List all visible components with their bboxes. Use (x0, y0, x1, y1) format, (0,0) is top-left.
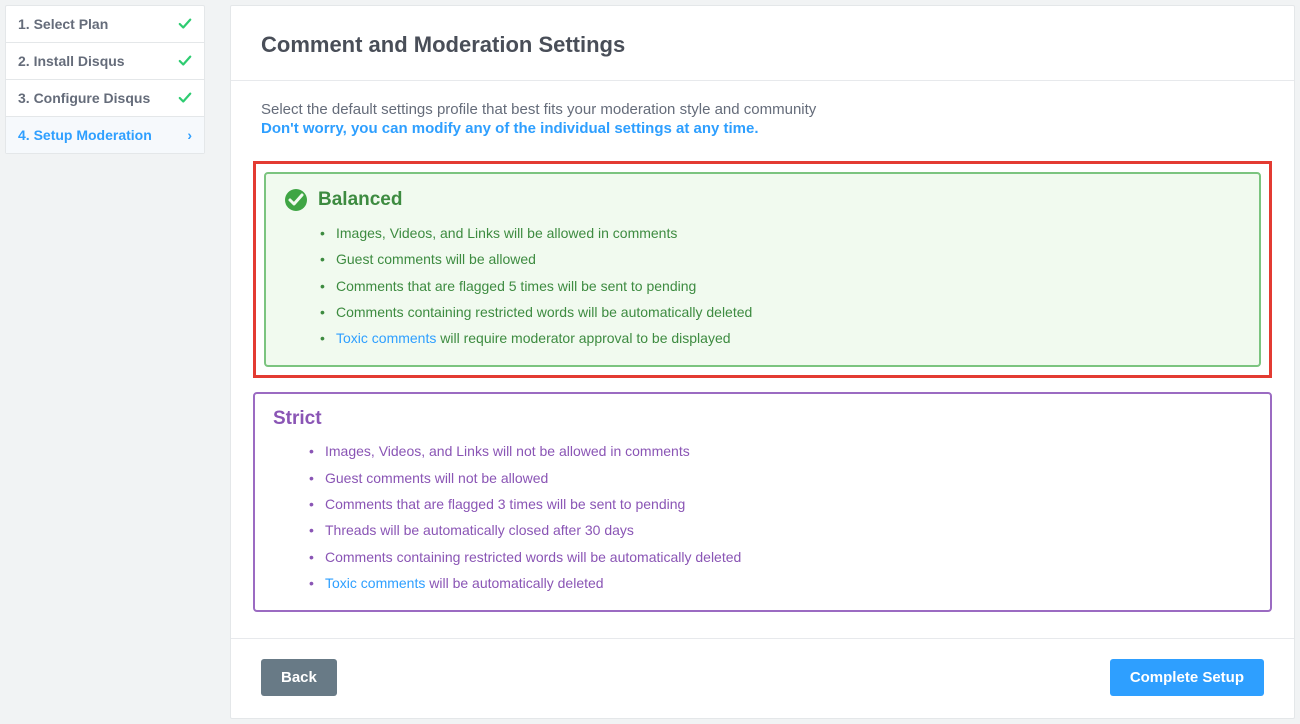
option-title: Strict (273, 408, 322, 430)
list-item: Comments containing restricted words wil… (320, 299, 1241, 325)
toxic-comments-link[interactable]: Toxic comments (325, 575, 425, 591)
list-item-text: will be automatically deleted (425, 575, 603, 591)
option-title: Balanced (318, 189, 402, 211)
page-title: Comment and Moderation Settings (261, 32, 1264, 58)
step-label: 2. Install Disqus (18, 53, 125, 69)
chevron-right-icon: › (187, 127, 192, 143)
step-select-plan[interactable]: 1. Select Plan (6, 6, 204, 43)
main-header: Comment and Moderation Settings (231, 6, 1294, 81)
main-panel: Comment and Moderation Settings Select t… (230, 5, 1295, 719)
step-configure-disqus[interactable]: 3. Configure Disqus (6, 80, 204, 117)
check-icon (178, 91, 192, 105)
step-setup-moderation[interactable]: 4. Setup Moderation › (6, 117, 204, 153)
list-item: Comments that are flagged 5 times will b… (320, 273, 1241, 299)
page-root: 1. Select Plan 2. Install Disqus 3. Conf… (0, 0, 1300, 724)
list-item-text: will require moderator approval to be di… (436, 330, 730, 346)
step-label: 4. Setup Moderation (18, 127, 152, 143)
selected-option-highlight: Balanced Images, Videos, and Links will … (253, 161, 1272, 378)
check-icon (178, 54, 192, 68)
option-strict[interactable]: Strict Images, Videos, and Links will no… (253, 392, 1272, 612)
option-feature-list: Images, Videos, and Links will not be al… (309, 438, 1252, 596)
list-item: Comments that are flagged 3 times will b… (309, 491, 1252, 517)
option-feature-list: Images, Videos, and Links will be allowe… (320, 220, 1241, 351)
list-item: Images, Videos, and Links will not be al… (309, 438, 1252, 464)
step-label: 3. Configure Disqus (18, 90, 150, 106)
moderation-options: Balanced Images, Videos, and Links will … (231, 143, 1294, 632)
complete-setup-button[interactable]: Complete Setup (1110, 659, 1264, 696)
footer-actions: Back Complete Setup (231, 638, 1294, 718)
list-item: Guest comments will be allowed (320, 246, 1241, 272)
option-header: Balanced (284, 188, 1241, 212)
back-button[interactable]: Back (261, 659, 337, 696)
step-install-disqus[interactable]: 2. Install Disqus (6, 43, 204, 80)
list-item: Guest comments will not be allowed (309, 465, 1252, 491)
list-item: Toxic comments will be automatically del… (309, 570, 1252, 596)
check-icon (178, 17, 192, 31)
list-item: Images, Videos, and Links will be allowe… (320, 220, 1241, 246)
list-item: Comments containing restricted words wil… (309, 544, 1252, 570)
setup-steps-sidebar: 1. Select Plan 2. Install Disqus 3. Conf… (5, 5, 205, 719)
intro-block: Select the default settings profile that… (231, 81, 1294, 143)
step-list: 1. Select Plan 2. Install Disqus 3. Conf… (5, 5, 205, 154)
list-item: Toxic comments will require moderator ap… (320, 325, 1241, 351)
option-header: Strict (273, 408, 1252, 430)
list-item: Threads will be automatically closed aft… (309, 517, 1252, 543)
option-balanced[interactable]: Balanced Images, Videos, and Links will … (264, 172, 1261, 367)
toxic-comments-link[interactable]: Toxic comments (336, 330, 436, 346)
intro-subtext: Don't worry, you can modify any of the i… (261, 120, 1264, 137)
intro-text: Select the default settings profile that… (261, 101, 1264, 118)
check-circle-icon (284, 188, 308, 212)
step-label: 1. Select Plan (18, 16, 108, 32)
